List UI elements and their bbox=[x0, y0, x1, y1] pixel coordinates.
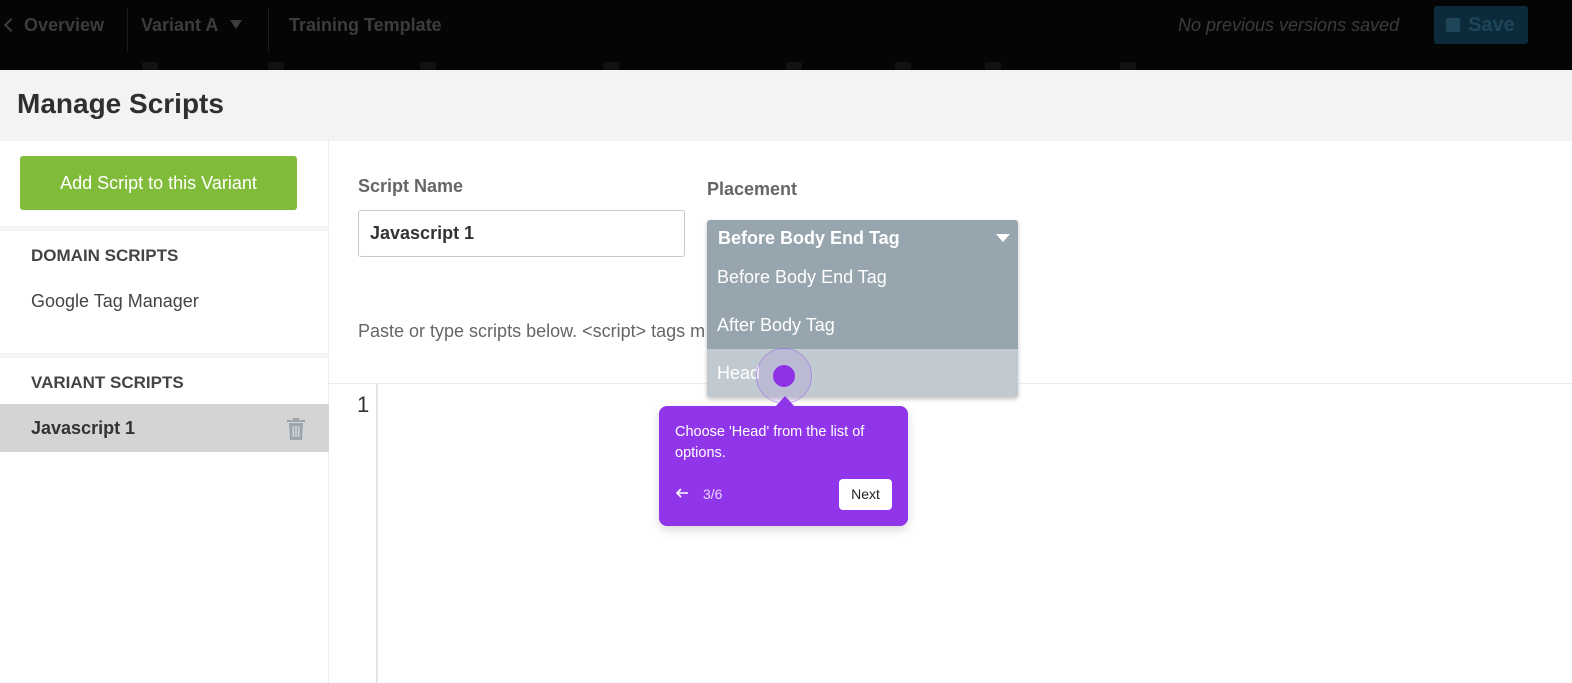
page-title: Manage Scripts bbox=[17, 88, 224, 119]
placement-dropdown[interactable]: Before Body End Tag Before Body End Tag … bbox=[707, 220, 1018, 397]
save-button[interactable]: Save bbox=[1434, 6, 1528, 44]
toolbar-icon bbox=[786, 62, 802, 70]
variant-label: Variant A bbox=[141, 15, 219, 35]
line-number: 1 bbox=[357, 392, 370, 417]
template-name: Training Template bbox=[289, 15, 442, 35]
toolbar-icon bbox=[268, 62, 284, 70]
guide-tooltip: Choose 'Head' from the list of options. … bbox=[659, 406, 908, 526]
versions-status: No previous versions saved bbox=[1178, 15, 1400, 35]
divider bbox=[268, 8, 269, 52]
arrow-left-icon[interactable] bbox=[675, 486, 689, 500]
hotspot-dot[interactable] bbox=[773, 365, 795, 387]
editor-hint: Paste or type scripts below. <script> ta… bbox=[358, 321, 706, 341]
placement-option-after-body[interactable]: After Body Tag bbox=[707, 301, 1018, 349]
page-header: Manage Scripts bbox=[0, 70, 1572, 141]
overview-link[interactable]: Overview bbox=[3, 0, 105, 50]
save-label: Save bbox=[1468, 14, 1515, 36]
floppy-disk-icon bbox=[1446, 18, 1460, 32]
placement-option-before-body-end[interactable]: Before Body End Tag bbox=[707, 253, 1018, 301]
domain-script-google-tag-manager[interactable]: Google Tag Manager bbox=[31, 291, 199, 312]
add-script-button[interactable]: Add Script to this Variant bbox=[20, 156, 297, 210]
script-name-input[interactable] bbox=[358, 210, 685, 257]
caret-down-icon bbox=[996, 234, 1010, 242]
placement-option-head[interactable]: Head bbox=[707, 349, 1018, 397]
placement-label: Placement bbox=[707, 179, 798, 199]
next-button[interactable]: Next bbox=[839, 479, 892, 510]
editor-gutter bbox=[376, 384, 378, 683]
divider bbox=[0, 226, 329, 231]
toolbar-icon bbox=[985, 62, 1001, 70]
sidebar: Add Script to this Variant DOMAIN SCRIPT… bbox=[0, 141, 329, 683]
script-name-label: Script Name bbox=[358, 176, 464, 196]
tooltip-text: Choose 'Head' from the list of options. bbox=[675, 424, 865, 461]
toolbar-icon bbox=[603, 62, 619, 70]
top-bar: Overview Variant A Training Template No … bbox=[0, 0, 1572, 70]
tooltip-step: 3/6 bbox=[703, 486, 723, 502]
placement-selected-value: Before Body End Tag bbox=[718, 228, 900, 248]
trash-icon[interactable] bbox=[287, 418, 305, 440]
variant-script-item[interactable]: Javascript 1 bbox=[0, 404, 329, 452]
domain-scripts-heading: DOMAIN SCRIPTS bbox=[31, 246, 179, 265]
divider bbox=[127, 8, 128, 52]
toolbar-icon bbox=[142, 62, 158, 70]
toolbar-icon bbox=[1120, 62, 1136, 70]
variant-selector[interactable]: Variant A bbox=[141, 0, 243, 50]
toolbar-icon bbox=[895, 62, 911, 70]
chevron-left-icon bbox=[3, 17, 19, 33]
divider bbox=[0, 353, 329, 358]
overview-label: Overview bbox=[24, 15, 105, 35]
variant-script-label: Javascript 1 bbox=[31, 418, 136, 438]
caret-down-icon bbox=[230, 20, 243, 29]
variant-scripts-heading: VARIANT SCRIPTS bbox=[31, 373, 184, 392]
toolbar-icon bbox=[420, 62, 436, 70]
